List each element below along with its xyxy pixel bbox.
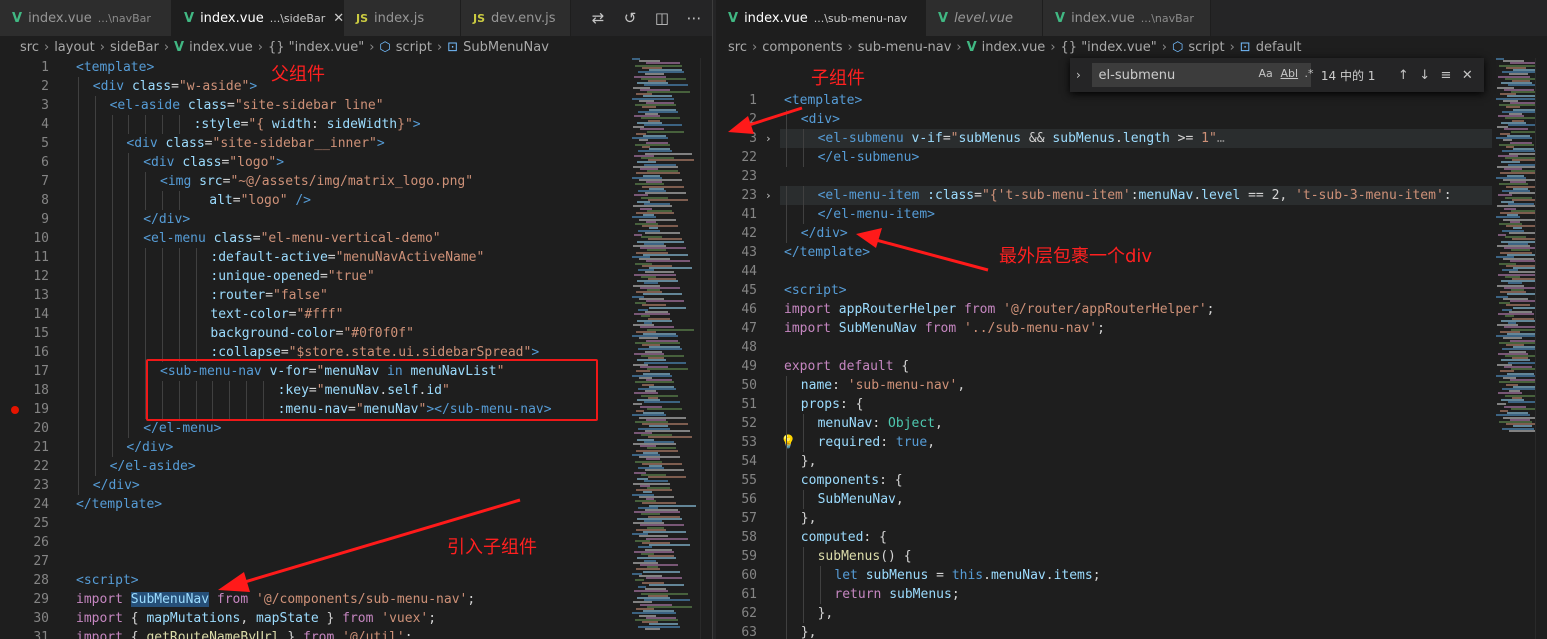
right-editor-pane: Vindex.vue ...\sub-menu-nav Vlevel.vue Vind… [716,0,1547,639]
left-editor-pane: Vindex.vue ...\navBar Vindex.vue ...\sideBa… [0,0,712,639]
right-annotation-arrows [728,106,989,272]
left-annotation-arrow [218,498,521,592]
breakpoint-icon[interactable] [11,406,19,414]
